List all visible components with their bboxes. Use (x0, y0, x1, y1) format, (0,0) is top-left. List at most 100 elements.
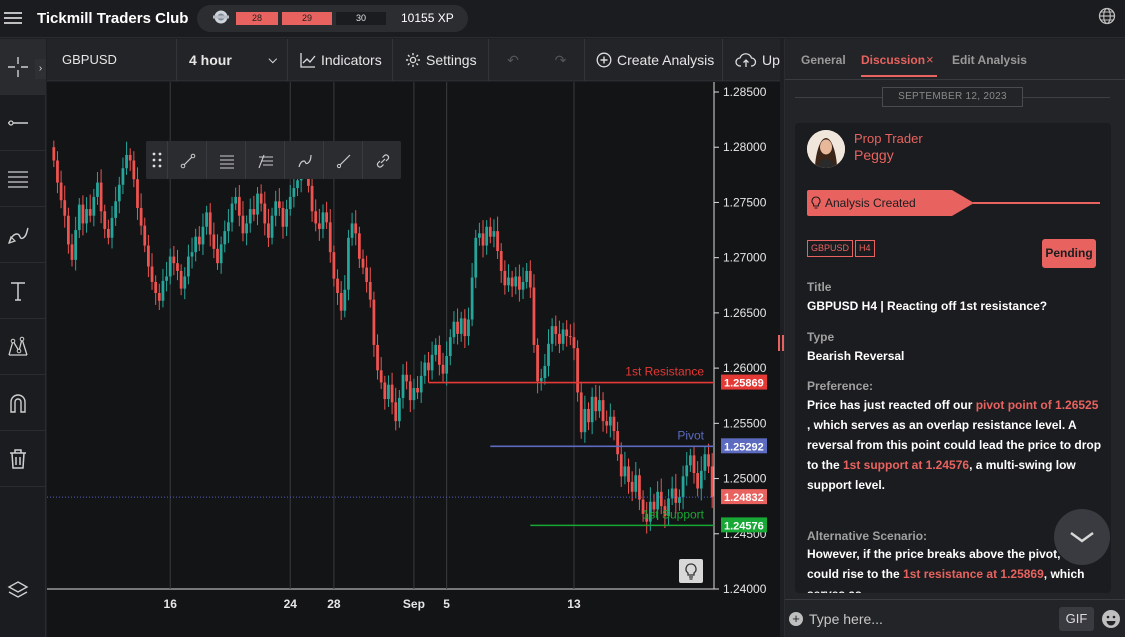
interval-dropdown[interactable]: 4 hour ⌵ (177, 39, 288, 81)
trendline-tool-button[interactable] (168, 141, 207, 179)
redo-icon[interactable]: ↷ (537, 39, 585, 81)
candle-body (587, 408, 590, 423)
level-name: 1st Support (643, 507, 705, 521)
add-attachment-icon[interactable]: + (789, 612, 803, 626)
candle-body (390, 384, 394, 403)
expand-tools-arrow[interactable]: › (35, 59, 46, 79)
tab-edit-analysis[interactable]: Edit Analysis (952, 53, 1027, 67)
layers-icon (7, 581, 29, 598)
horizontal-lines-tool-button[interactable] (207, 141, 246, 179)
parallel-channel-tool[interactable] (0, 151, 46, 207)
symbol-selector[interactable]: GBPUSD (47, 39, 177, 81)
candle-body (492, 231, 496, 237)
candle-body (532, 287, 536, 345)
candle-body (554, 326, 558, 334)
preference-text: Price has just reacted off our pivot poi… (807, 395, 1103, 495)
emoji-icon[interactable] (1101, 609, 1121, 629)
line-chart-icon (300, 53, 316, 68)
status-button[interactable]: Pending (1042, 239, 1096, 268)
create-analysis-button[interactable]: Create Analysis (585, 39, 723, 81)
horizontal-line-tool[interactable] (0, 95, 46, 151)
candle-body (63, 200, 67, 216)
gif-button[interactable]: GIF (1059, 607, 1094, 631)
candle-body (365, 267, 369, 282)
measure-tool-button[interactable] (363, 141, 402, 179)
price-chart[interactable]: 1.28500 1.28000 1.27500 1.27000 1.26500 1.260… (47, 82, 780, 637)
price-tick-label: 1.28500 (723, 85, 767, 99)
crosshair-tool[interactable]: › (0, 39, 46, 95)
tab-discussion[interactable]: Discussion (861, 53, 925, 67)
tab-general[interactable]: General (801, 53, 846, 67)
candle-body (368, 281, 372, 300)
brush-tool[interactable] (0, 207, 46, 263)
brush-icon (8, 227, 29, 244)
drawing-tools-sidebar: › (0, 39, 46, 637)
candle-body (441, 364, 445, 374)
lightbulb-icon (685, 563, 697, 580)
candle-body (277, 201, 281, 208)
gear-icon (406, 53, 420, 67)
candle-body (114, 201, 118, 218)
hamburger-menu-icon[interactable] (4, 9, 22, 27)
candle-body (285, 209, 288, 227)
ray-tool-button[interactable] (324, 141, 363, 179)
level-price-label: 1.25292 (724, 441, 764, 453)
delete-drawings-tool[interactable] (0, 431, 46, 487)
lightbulb-button[interactable] (679, 559, 703, 583)
candle-body (572, 337, 576, 349)
xp-progress-pill[interactable]: 28 29 30 10155 XP (197, 5, 468, 32)
alternative-label: Alternative Scenario: (807, 529, 928, 543)
divider (1023, 97, 1110, 98)
candle-body (579, 392, 583, 433)
layers-tool[interactable] (0, 563, 46, 619)
event-timeline-line (973, 202, 1100, 204)
settings-button[interactable]: Settings (393, 39, 489, 81)
close-tab-icon[interactable]: × (926, 52, 934, 67)
candle-body (681, 476, 685, 498)
cloud-upload-icon (735, 53, 757, 67)
candle-body (325, 212, 329, 223)
candle-body (481, 233, 485, 246)
ray-icon (336, 154, 351, 169)
level-price-label: 1.24576 (724, 520, 764, 532)
scroll-down-button[interactable] (1054, 509, 1110, 565)
event-label: Analysis Created (825, 196, 916, 210)
candle-body (499, 251, 503, 271)
candle-body (416, 387, 419, 393)
candle-body (110, 217, 114, 238)
candle-body (216, 248, 219, 264)
candle-body (401, 374, 405, 398)
indicators-button[interactable]: Indicators (288, 39, 393, 81)
divider (795, 97, 882, 98)
symbol-tag: GBPUSD (807, 240, 854, 257)
candle-body (85, 209, 88, 224)
analysis-side-panel: General Discussion × Edit Analysis SEPTE… (784, 39, 1125, 637)
globe-icon[interactable] (1098, 7, 1116, 25)
author-name[interactable]: Peggy (854, 147, 894, 163)
candle-body (372, 299, 376, 345)
highlight-support: 1st support at 1.24576 (843, 458, 970, 472)
message-input[interactable] (809, 608, 1049, 630)
upload-button[interactable]: Up (723, 39, 780, 81)
fib-tool-button[interactable] (246, 141, 285, 179)
candle-body (256, 193, 259, 215)
candle-body (296, 180, 299, 189)
candle-body (525, 270, 529, 282)
highlight-resistance: 1st resistance at 1.25869 (903, 567, 1044, 581)
candle-body (339, 293, 343, 311)
pattern-tool[interactable] (0, 319, 46, 375)
magnet-tool[interactable] (0, 375, 46, 431)
preference-label: Preference: (807, 379, 874, 393)
candle-body (568, 336, 572, 338)
undo-icon[interactable]: ↶ (489, 39, 537, 81)
timeframe-tag: H4 (855, 240, 875, 257)
candle-body (707, 454, 710, 467)
text-tool[interactable] (0, 263, 46, 319)
candle-body (208, 212, 212, 235)
candle-body (688, 455, 692, 466)
brush-tool-button[interactable] (285, 141, 324, 179)
drag-handle[interactable] (146, 141, 168, 179)
price-tick-label: 1.25000 (723, 472, 767, 486)
avatar[interactable] (807, 130, 845, 168)
candle-body (379, 370, 383, 383)
